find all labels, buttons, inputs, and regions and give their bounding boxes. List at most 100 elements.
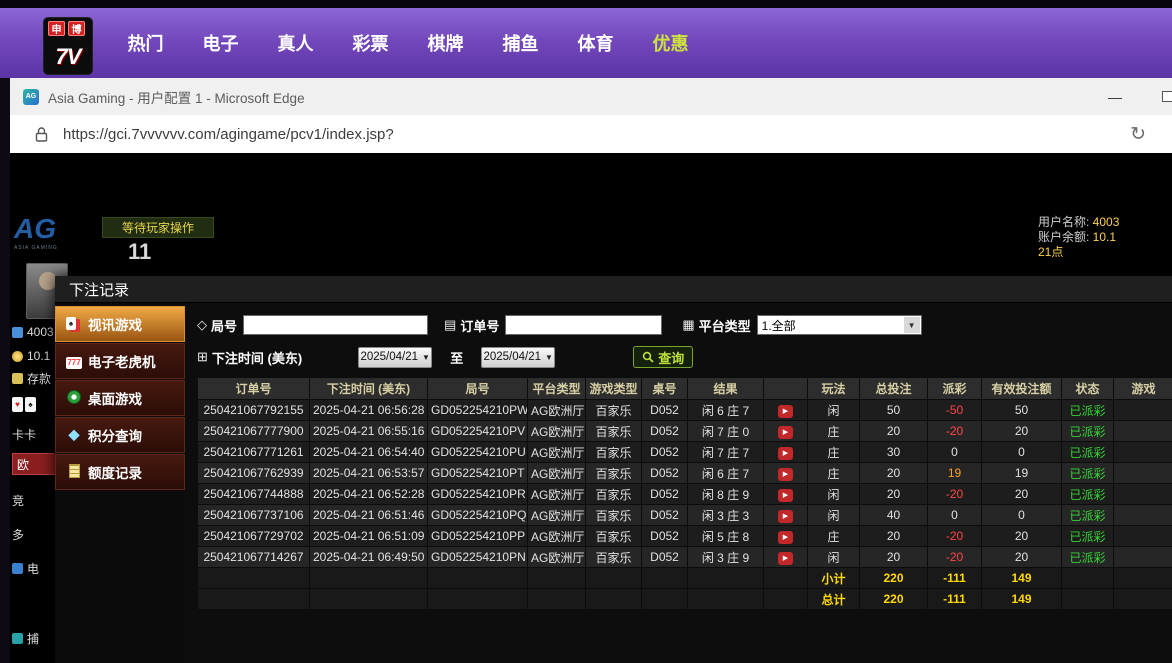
cell-time: 2025-04-21 06:49:50	[310, 547, 428, 568]
nav-item-5[interactable]: 棋牌	[408, 30, 483, 56]
cell-play: 闲	[808, 505, 860, 526]
date-to-picker[interactable]: 2025/04/21 ▼	[481, 347, 555, 368]
order-label: ▤ 订单号	[444, 316, 499, 335]
cell-order: 250421067729702	[198, 526, 310, 547]
play-icon[interactable]: ▶	[778, 531, 793, 544]
game-timer: 11	[128, 239, 151, 265]
bets-table-head: 订单号下注时间 (美东)局号平台类型游戏类型桌号结果玩法总投注派彩有效投注额状态…	[198, 378, 1172, 400]
left-menu-label: 4003	[27, 325, 54, 339]
cell-status: 已派彩	[1062, 463, 1114, 484]
left-menu-label: 捕	[27, 630, 39, 647]
payout-value: 0	[951, 445, 958, 459]
table-row: 2504210677921552025-04-21 06:56:28GD0522…	[198, 400, 1172, 421]
cell-game-type: 百家乐	[586, 421, 642, 442]
cell-empty	[528, 589, 586, 610]
nav-item-8[interactable]: 优惠	[633, 30, 708, 56]
url-text[interactable]: https://gci.7vvvvvv.com/agingame/pcv1/in…	[63, 126, 394, 143]
play-icon[interactable]: ▶	[778, 510, 793, 523]
round-input[interactable]	[243, 315, 428, 335]
payout-value: 19	[948, 466, 961, 480]
nav-item-4[interactable]: 彩票	[333, 30, 408, 56]
cell-empty	[528, 568, 586, 589]
nav-item-2[interactable]: 电子	[183, 30, 258, 56]
cell-game	[1114, 505, 1172, 526]
magnifier-icon	[642, 351, 654, 363]
cell-empty	[428, 589, 528, 610]
cell-payout: -20	[928, 547, 982, 568]
cell-time: 2025-04-21 06:54:40	[310, 442, 428, 463]
site-nav: 申 博 7V 热门电子真人彩票棋牌捕鱼体育优惠	[0, 8, 1172, 78]
col-header-7: 结果	[688, 378, 764, 400]
doc-icon	[64, 464, 84, 480]
table-row: 2504210677629392025-04-21 06:53:57GD0522…	[198, 463, 1172, 484]
bets-table: 订单号下注时间 (美东)局号平台类型游戏类型桌号结果玩法总投注派彩有效投注额状态…	[197, 377, 1172, 610]
cell-valid: 0	[982, 505, 1062, 526]
chip-icon	[67, 390, 81, 404]
cell-bet: 20	[860, 421, 928, 442]
cell-result: 闲 5 庄 8	[688, 526, 764, 547]
col-header-2: 下注时间 (美东)	[310, 378, 428, 400]
play-icon[interactable]: ▶	[778, 447, 793, 460]
cell-valid: 0	[982, 442, 1062, 463]
cell-bet: 50	[860, 400, 928, 421]
play-icon[interactable]: ▶	[778, 489, 793, 502]
cell-replay: ▶	[764, 463, 808, 484]
cell-result: 闲 7 庄 7	[688, 442, 764, 463]
site-logo[interactable]: 申 博 7V	[44, 18, 92, 74]
cell-round: GD052254210PR	[428, 484, 528, 505]
cell-round: GD052254210PV	[428, 421, 528, 442]
cell-game	[1114, 484, 1172, 505]
user-icon	[12, 327, 23, 338]
nav-item-7[interactable]: 体育	[558, 30, 633, 56]
date-from-picker[interactable]: 2025/04/21 ▼	[358, 347, 432, 368]
cell-empty	[428, 568, 528, 589]
play-icon[interactable]: ▶	[778, 405, 793, 418]
cell-game-type: 百家乐	[586, 505, 642, 526]
minimize-button[interactable]: —	[1098, 78, 1132, 115]
screen: 申 博 7V 热门电子真人彩票棋牌捕鱼体育优惠 AG Asia Gaming -…	[0, 0, 1172, 663]
cell-table: D052	[642, 526, 688, 547]
clipboard-icon: ▤	[444, 317, 456, 333]
platform-select[interactable]: 1.全部 ▼	[757, 315, 922, 335]
sidebar-item-3[interactable]: 桌面游戏	[55, 380, 185, 416]
cell-empty	[586, 589, 642, 610]
cell-game-type: 百家乐	[586, 463, 642, 484]
game-page: AG ASIA GAMING 等待玩家操作 11 用户名称: 4003账户余额:…	[10, 153, 1172, 663]
maximize-button[interactable]	[1162, 91, 1172, 102]
cell-time: 2025-04-21 06:56:28	[310, 400, 428, 421]
sidebar-item-4[interactable]: ◆积分查询	[55, 417, 185, 453]
user-info-label: 账户余额:	[1038, 230, 1093, 244]
cell-bet: 20	[860, 547, 928, 568]
nav-item-1[interactable]: 热门	[108, 30, 183, 56]
cell-platform: AG欧洲厅	[528, 484, 586, 505]
play-icon[interactable]: ▶	[778, 552, 793, 565]
nav-item-3[interactable]: 真人	[258, 30, 333, 56]
cell-table: D052	[642, 484, 688, 505]
cell-empty	[310, 568, 428, 589]
cell-round: GD052254210PT	[428, 463, 528, 484]
ag-logo: AG ASIA GAMING	[14, 213, 74, 251]
sidebar-item-label: 视讯游戏	[88, 314, 142, 334]
search-button[interactable]: 查询	[633, 346, 693, 368]
cell-empty	[1114, 568, 1172, 589]
platform-label: ▦ 平台类型	[682, 316, 750, 335]
sidebar-item-1[interactable]: ♠视讯游戏	[55, 306, 185, 342]
lock-icon[interactable]	[27, 122, 55, 146]
cell-game	[1114, 547, 1172, 568]
nav-item-6[interactable]: 捕鱼	[483, 30, 558, 56]
sidebar-item-label: 桌面游戏	[88, 388, 142, 408]
cell-result: 闲 7 庄 0	[688, 421, 764, 442]
logo-badge-1: 申	[48, 21, 65, 36]
refresh-icon[interactable]: ↻	[1130, 115, 1146, 153]
sidebar-item-5[interactable]: 额度记录	[55, 454, 185, 490]
cell-payout: 0	[928, 442, 982, 463]
sidebar-item-2[interactable]: 777电子老虎机	[55, 343, 185, 379]
payout-value: -50	[946, 403, 963, 417]
order-input[interactable]	[505, 315, 662, 335]
play-icon[interactable]: ▶	[778, 426, 793, 439]
cell-time: 2025-04-21 06:52:28	[310, 484, 428, 505]
cell-status: 已派彩	[1062, 505, 1114, 526]
play-icon[interactable]: ▶	[778, 468, 793, 481]
subtotal-label: 小计	[808, 568, 860, 589]
cell-payout: 19	[928, 463, 982, 484]
